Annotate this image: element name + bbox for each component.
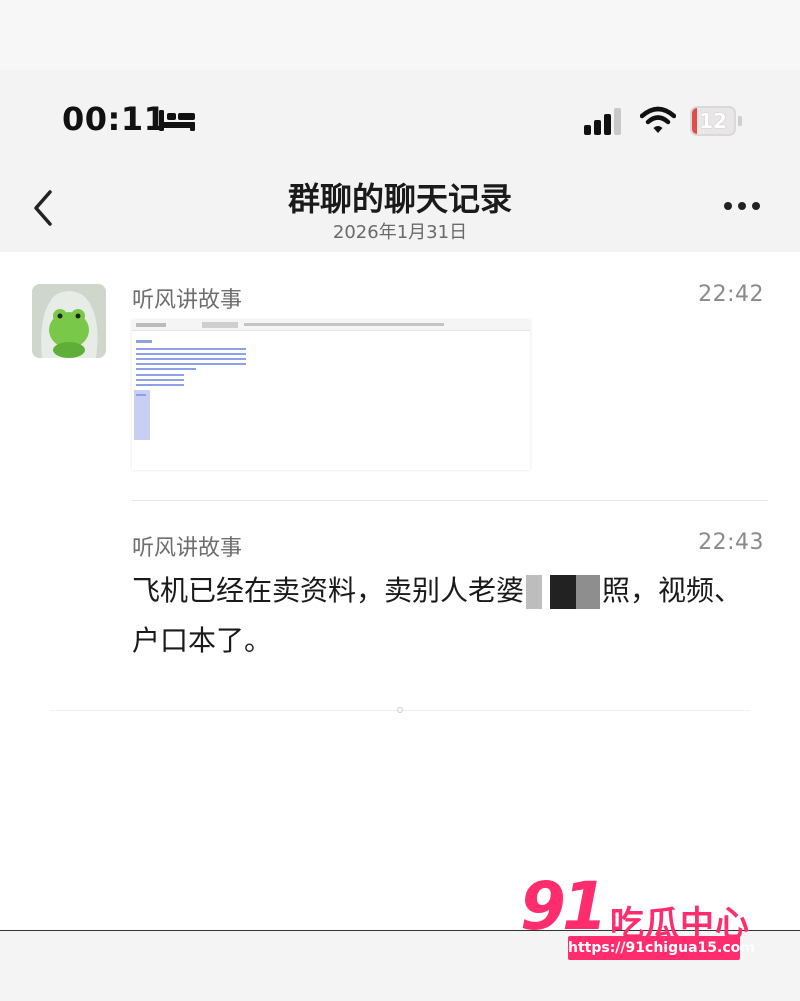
bed-icon — [159, 110, 195, 131]
message-divider — [132, 500, 768, 501]
wifi-icon — [640, 106, 676, 133]
page-title: 群聊的聊天记录 — [287, 180, 512, 218]
avatar[interactable] — [32, 284, 106, 358]
top-background — [0, 0, 800, 70]
message-sender: 听风讲故事 — [132, 288, 243, 313]
frog-avatar-image — [32, 284, 106, 358]
message-sender: 听风讲故事 — [132, 536, 243, 561]
message-time: 22:42 — [698, 282, 764, 307]
image-message[interactable] — [132, 320, 530, 470]
redacted-blur — [526, 575, 601, 609]
end-dot — [397, 707, 403, 713]
status-time: 00:11 — [62, 100, 167, 138]
message-text[interactable]: 飞机已经在卖资料，卖别人老婆 照，视频、户口本了。 — [132, 566, 752, 666]
watermark-url: https://91chigua15.com — [568, 936, 755, 960]
signal-icon — [584, 108, 621, 135]
page-subtitle: 2026年1月31日 — [332, 222, 468, 243]
more-dots-icon[interactable] — [720, 198, 764, 214]
battery-icon: 12 — [690, 106, 736, 136]
message-time: 22:43 — [698, 530, 764, 555]
battery-cap — [738, 116, 742, 126]
watermark-number: 91 — [520, 868, 608, 945]
screenshot-thumbnail — [132, 320, 530, 470]
battery-level: 12 — [699, 109, 727, 133]
message-text-part1: 飞机已经在卖资料，卖别人老婆 — [132, 574, 525, 607]
phone-screen: 00:11 12 群聊的聊天记录 2026年1月31日 听风讲故事 22:42 … — [0, 70, 800, 930]
